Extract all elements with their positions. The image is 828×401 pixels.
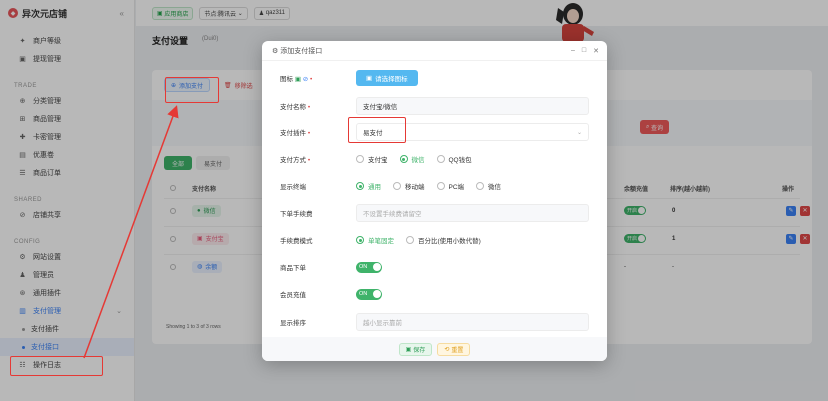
radio-wechat[interactable]: 微信 xyxy=(399,154,425,164)
maximize-icon[interactable]: □ xyxy=(582,47,586,55)
goods-order-toggle[interactable]: ON xyxy=(356,261,382,273)
field-icon: 图标 ▣ ⊘ • ▣ 请选择图标 xyxy=(280,67,589,89)
radio-fee-percent[interactable]: 百分比(使用小数代替) xyxy=(406,235,481,245)
save-button[interactable]: ▣ 保存 xyxy=(398,342,433,356)
modal-header: ⚙ 添加支付接口 – □ ✕ xyxy=(262,41,607,61)
radio-terminal-wechat[interactable]: 微信 xyxy=(476,181,501,191)
member-recharge-toggle[interactable]: ON xyxy=(356,288,382,300)
field-goods-order: 商品下单 ON xyxy=(280,256,589,278)
gear-icon: ⚙ xyxy=(272,47,281,55)
radio-terminal-pc[interactable]: PC端 xyxy=(436,181,464,191)
modal-title: 添加支付接口 xyxy=(280,47,323,55)
radio-alipay[interactable]: 支付宝 xyxy=(356,154,388,164)
radio-terminal-mobile[interactable]: 移动端 xyxy=(393,181,425,191)
radio-qq-wallet[interactable]: QQ钱包 xyxy=(436,154,472,164)
select-icon-button[interactable]: ▣ 请选择图标 xyxy=(356,70,418,86)
reset-button[interactable]: ⟲ 重置 xyxy=(437,342,471,356)
field-order-fee: 下单手续费 不设置手续费请留空 xyxy=(280,202,589,224)
chevron-down-icon: ⌄ xyxy=(576,129,582,136)
modal-footer: ▣ 保存 ⟲ 重置 xyxy=(262,337,607,361)
pay-name-input[interactable]: 支付宝/微信 xyxy=(356,97,589,115)
field-terminal: 显示终端 通用 移动端 PC端 微信 xyxy=(280,175,589,197)
field-sort: 显示排序 越小显示靠前 xyxy=(280,311,589,333)
field-pay-method: 支付方式 • 支付宝 微信 QQ钱包 xyxy=(280,148,589,170)
link-icon: ⊘ xyxy=(302,76,309,83)
radio-terminal-all[interactable]: 通用 xyxy=(356,181,381,191)
image-icon: ▣ xyxy=(294,76,301,83)
annotation-box-sidebar xyxy=(10,356,103,376)
annotation-box-add xyxy=(165,77,219,103)
minimize-icon[interactable]: – xyxy=(571,47,575,55)
modal-body: 图标 ▣ ⊘ • ▣ 请选择图标 支付名称 • 支付宝/微信 支付插件 • 易支付… xyxy=(262,61,607,337)
close-icon[interactable]: ✕ xyxy=(593,47,599,55)
add-payment-modal: ⚙ 添加支付接口 – □ ✕ 图标 ▣ ⊘ • ▣ 请选择图标 支付名称 • 支付… xyxy=(262,41,607,361)
radio-fee-fixed[interactable]: 单笔固定 xyxy=(356,235,394,245)
order-fee-input[interactable]: 不设置手续费请留空 xyxy=(356,204,589,222)
field-fee-mode: 手续费模式 单笔固定 百分比(使用小数代替) xyxy=(280,229,589,251)
reset-icon: ⟲ xyxy=(444,346,450,353)
save-icon: ▣ xyxy=(405,346,412,353)
field-pay-name: 支付名称 • 支付宝/微信 xyxy=(280,95,589,117)
field-member-recharge: 会员充值 ON xyxy=(280,283,589,305)
image-icon: ▣ xyxy=(366,75,373,82)
sort-input[interactable]: 越小显示靠前 xyxy=(356,313,589,331)
annotation-box-plugin xyxy=(348,117,406,143)
field-pay-plugin: 支付插件 • 易支付 ⌄ xyxy=(280,121,589,143)
